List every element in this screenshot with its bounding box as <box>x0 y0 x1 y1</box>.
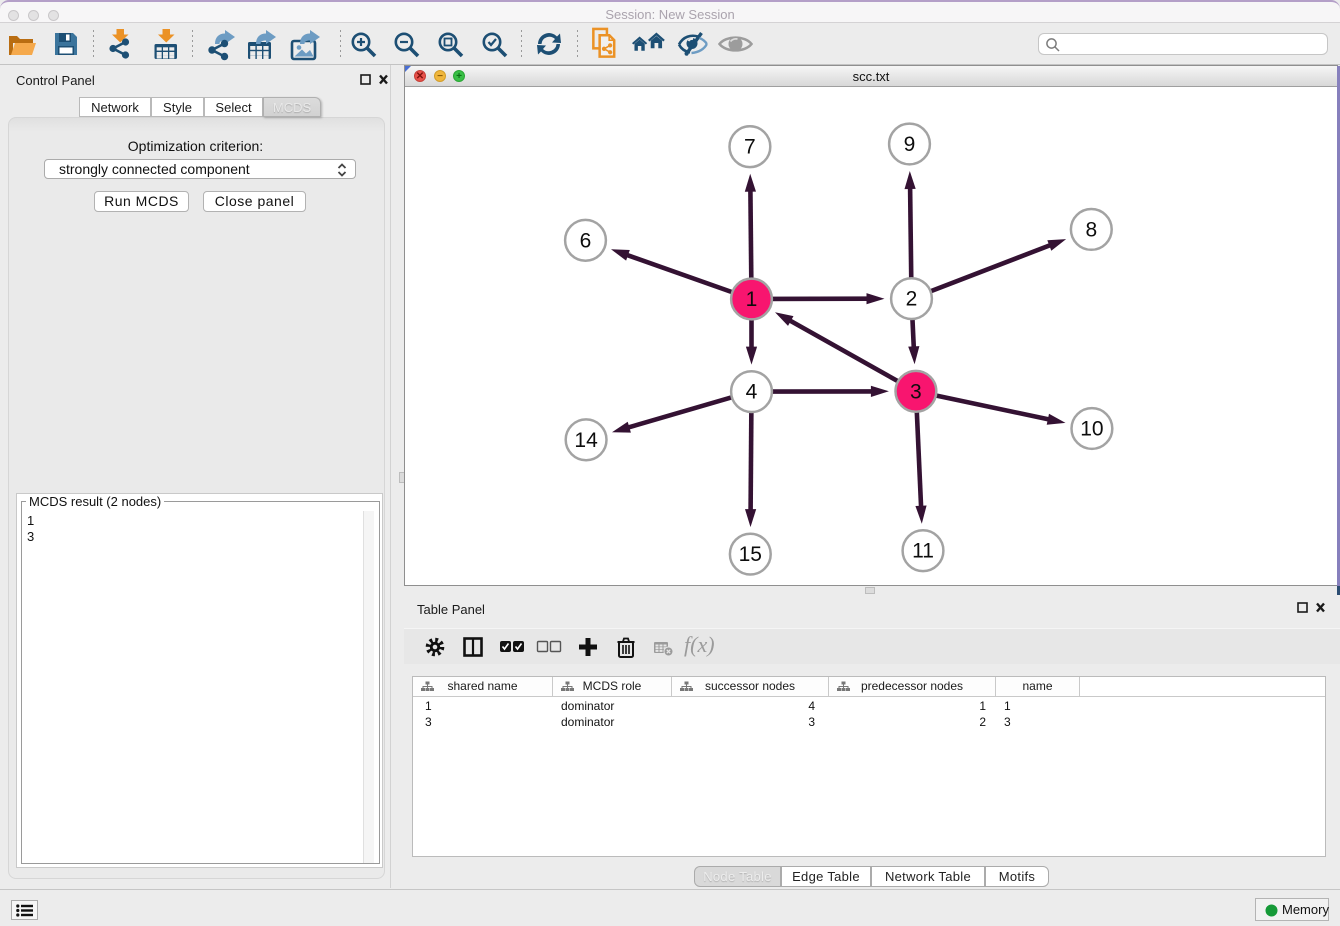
svg-text:10: 10 <box>1080 418 1103 441</box>
svg-text:1: 1 <box>746 288 758 311</box>
svg-text:4: 4 <box>746 381 758 404</box>
svg-text:14: 14 <box>574 429 598 452</box>
svg-text:6: 6 <box>580 229 592 252</box>
svg-text:3: 3 <box>910 380 922 403</box>
svg-text:11: 11 <box>912 540 934 563</box>
svg-text:2: 2 <box>906 288 918 311</box>
svg-text:15: 15 <box>739 543 762 566</box>
svg-text:9: 9 <box>904 133 916 156</box>
svg-text:8: 8 <box>1085 218 1097 241</box>
svg-text:7: 7 <box>744 136 756 159</box>
